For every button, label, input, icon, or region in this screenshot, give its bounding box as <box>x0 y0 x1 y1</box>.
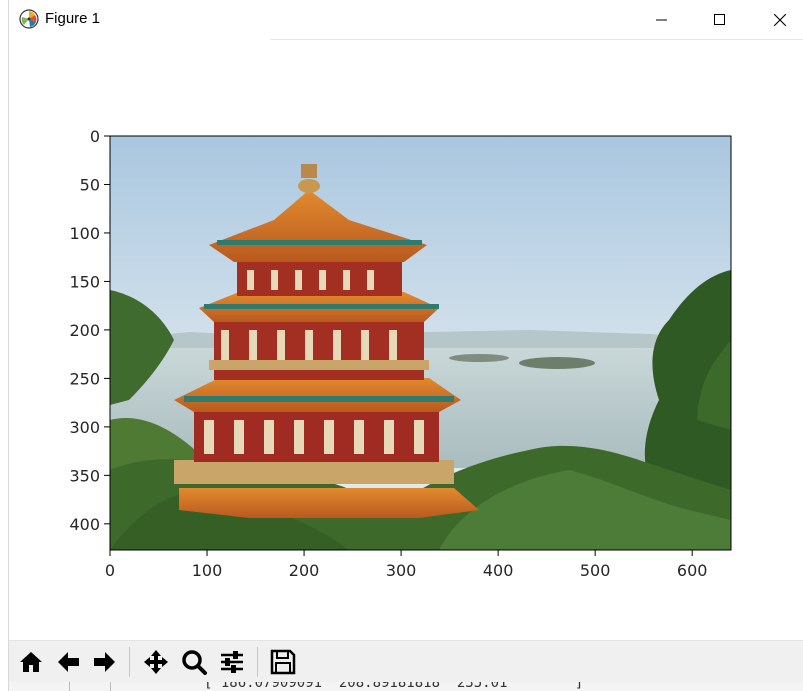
minimize-icon <box>656 14 668 26</box>
y-tick-label: 350 <box>69 466 100 485</box>
console-output: [ 186.07909091 208.89181818 235.01 ] <box>204 682 584 691</box>
matplotlib-logo-icon <box>19 9 39 29</box>
y-tick-label: 400 <box>69 515 100 534</box>
maximize-icon <box>714 13 726 26</box>
y-tick-label: 300 <box>69 418 100 437</box>
pan-move-icon <box>142 648 170 676</box>
y-tick-label: 250 <box>69 369 100 388</box>
x-tick-label: 400 <box>483 561 514 580</box>
toolbar-separator <box>129 647 130 677</box>
background-console: [ 186.07909091 208.89181818 235.01 ] <box>9 682 803 691</box>
toolbar-separator <box>257 647 258 677</box>
forward-button[interactable] <box>88 645 122 679</box>
save-floppy-icon <box>269 648 297 676</box>
configure-subplots-button[interactable] <box>215 645 249 679</box>
plot-svg: 0 50 100 150 200 250 300 350 400 0 100 200 300 400 50… <box>69 127 732 580</box>
y-axis: 0 50 100 150 200 250 300 350 400 <box>69 127 110 534</box>
home-button[interactable] <box>14 645 48 679</box>
minimize-button[interactable] <box>639 0 685 39</box>
x-axis: 0 100 200 300 400 500 600 <box>105 550 708 580</box>
save-button[interactable] <box>266 645 300 679</box>
forward-arrow-icon <box>91 648 119 676</box>
pan-button[interactable] <box>139 645 173 679</box>
zoom-button[interactable] <box>177 645 211 679</box>
figure-window: Figure 1 0 50 100 150 200 250 300 350 40… <box>0 0 803 691</box>
y-tick-label: 0 <box>90 127 100 146</box>
zoom-magnifier-icon <box>180 648 208 676</box>
y-tick-label: 50 <box>80 175 100 194</box>
back-button[interactable] <box>51 645 85 679</box>
x-tick-label: 100 <box>192 561 223 580</box>
y-tick-label: 100 <box>69 224 100 243</box>
title-bar[interactable]: Figure 1 <box>9 0 803 39</box>
y-tick-label: 200 <box>69 321 100 340</box>
back-arrow-icon <box>54 648 82 676</box>
x-tick-label: 200 <box>289 561 320 580</box>
navigation-toolbar <box>9 640 803 683</box>
console-gutter <box>69 682 111 691</box>
axes-image <box>110 136 731 550</box>
close-button[interactable] <box>757 0 803 39</box>
window-title: Figure 1 <box>45 10 101 27</box>
x-tick-label: 600 <box>677 561 708 580</box>
x-tick-label: 500 <box>580 561 611 580</box>
y-tick-label: 150 <box>69 272 100 291</box>
home-icon <box>17 648 45 676</box>
maximize-button[interactable] <box>697 0 743 39</box>
x-tick-label: 0 <box>105 561 115 580</box>
close-icon <box>774 13 786 26</box>
x-tick-label: 300 <box>386 561 417 580</box>
figure-canvas[interactable]: 0 50 100 150 200 250 300 350 400 0 100 200 300 400 50… <box>9 40 803 640</box>
subplots-sliders-icon <box>218 648 246 676</box>
